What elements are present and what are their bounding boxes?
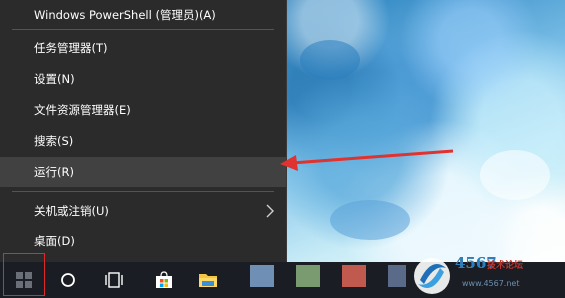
menu-item-settings[interactable]: 设置(N) [0,64,286,94]
menu-item-shutdown[interactable]: 关机或注销(U) [0,196,286,226]
wallpaper-shape [300,40,360,80]
menu-item-desktop[interactable]: 桌面(D) [0,226,286,256]
menu-item-label: 运行(R) [34,165,74,179]
winx-context-menu: Windows PowerShell (管理员)(A) 任务管理器(T) 设置(… [0,0,287,262]
menu-item-label: 任务管理器(T) [34,41,108,55]
start-button-highlight [3,253,45,296]
menu-separator [12,191,274,192]
task-view-icon[interactable] [96,262,132,298]
red-arrow-annotation [280,149,454,171]
microsoft-store-icon[interactable] [146,262,182,298]
menu-separator [12,29,274,30]
pixelated-app-icon[interactable] [342,265,366,287]
menu-item-label: 搜索(S) [34,134,74,148]
menu-item-label: 设置(N) [34,72,75,86]
watermark-label: 技术论坛 [487,261,524,271]
wallpaper-shape [330,200,410,240]
cortana-circle-icon[interactable] [50,262,86,298]
watermark-url: www.4567.net [462,279,520,288]
pixelated-app-icon[interactable] [250,265,274,287]
menu-item-file-explorer[interactable]: 文件资源管理器(E) [0,95,286,125]
wallpaper-shape [480,150,550,200]
menu-item-label: 文件资源管理器(E) [34,103,131,117]
menu-item-label: 关机或注销(U) [34,204,109,218]
file-explorer-icon[interactable] [190,262,226,298]
menu-item-powershell-admin[interactable]: Windows PowerShell (管理员)(A) [0,0,286,30]
chevron-right-icon [266,204,274,218]
menu-item-label: 桌面(D) [34,234,75,248]
menu-item-run[interactable]: 运行(R) [0,157,286,187]
menu-item-search[interactable]: 搜索(S) [0,126,286,156]
pixelated-app-icon[interactable] [388,265,406,287]
pixelated-app-icon[interactable] [296,265,320,287]
menu-item-task-manager[interactable]: 任务管理器(T) [0,33,286,63]
menu-item-label: Windows PowerShell (管理员)(A) [34,8,216,22]
